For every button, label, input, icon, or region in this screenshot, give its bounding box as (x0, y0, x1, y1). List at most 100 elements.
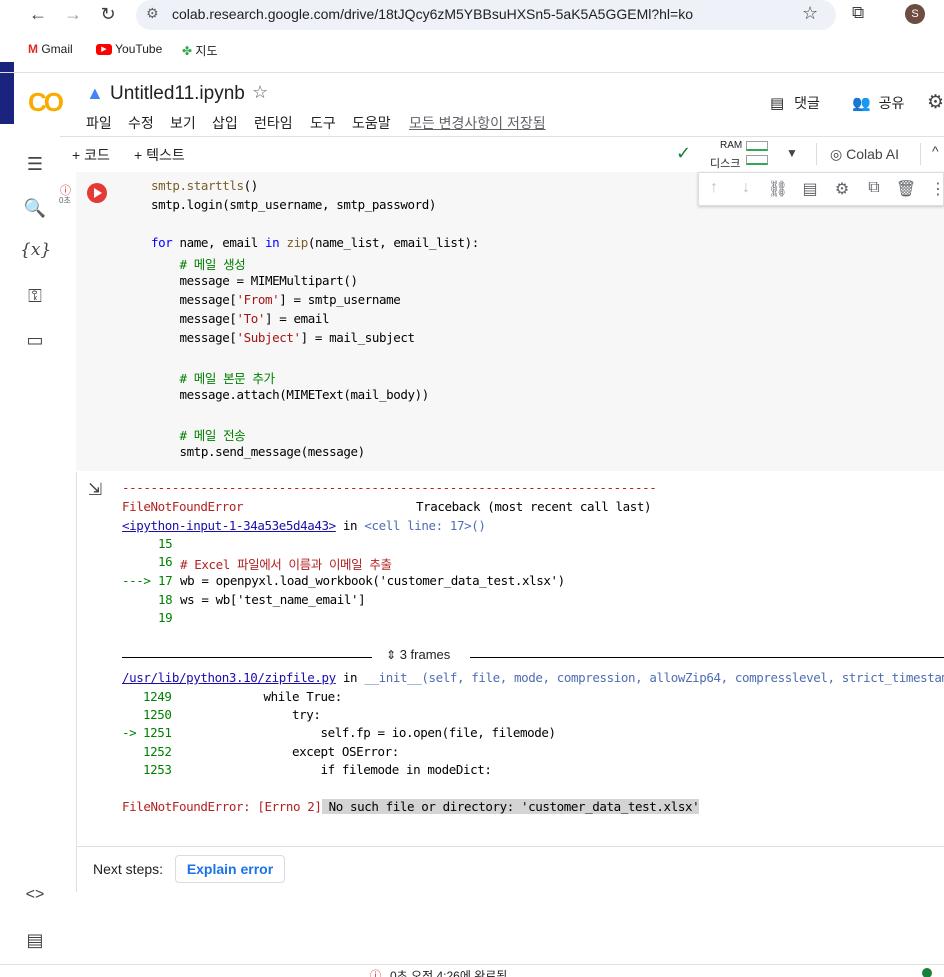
connected-check-icon: ✓ (676, 143, 692, 163)
menu-insert[interactable]: 삽입 (212, 113, 238, 133)
next-steps-label: Next steps: (93, 861, 164, 877)
in-text: in (342, 518, 358, 533)
profile-avatar[interactable]: S (905, 4, 925, 24)
traceback-header: Traceback (most recent call last) (416, 499, 652, 514)
toolbar-divider (920, 143, 921, 165)
add-text-button[interactable]: + 텍스트 (134, 145, 185, 165)
menu-file[interactable]: 파일 (86, 113, 112, 133)
table-of-contents-icon[interactable]: ☰ (20, 154, 50, 180)
link-icon[interactable]: ⛓ (767, 179, 789, 201)
bookmark-label: 지도 (195, 44, 218, 58)
tb-arrow: ---> (122, 573, 151, 588)
tb-line-text: ws = wb['test_name_email'] (180, 592, 366, 607)
notebook-toolbar: + 코드 + 텍스트 ✓ RAM 디스크 ▼ ◎ Colab AI ^ (60, 136, 944, 172)
menu-runtime[interactable]: 런타임 (254, 113, 293, 133)
back-arrow-icon[interactable]: ← (28, 4, 48, 24)
final-error-line[interactable]: FileNotFoundError: [Errno 2] No such fil… (122, 799, 700, 814)
tb-line-text: wb = openpyxl.load_workbook('customer_da… (180, 573, 565, 588)
ram-label: RAM (720, 140, 743, 151)
forward-arrow-icon[interactable]: → (63, 4, 83, 24)
address-bar[interactable]: ⚙ colab.research.google.com/drive/18tJQc… (136, 0, 836, 30)
tb-line-text: while True: (178, 689, 343, 704)
tb-line-number: 16 (158, 554, 173, 569)
comments-label: 댓글 (794, 95, 820, 111)
colab-ai-button[interactable]: ◎ Colab AI (830, 146, 899, 163)
expand-frames-icon: ⇕ (386, 648, 397, 662)
site-info-icon[interactable]: ⚙ (146, 5, 159, 22)
status-bar: ⓘ 0초 오전 4:26에 완료됨 (0, 964, 944, 977)
colab-logo[interactable]: CO (28, 87, 64, 118)
play-icon (94, 188, 102, 198)
collapse-caret-icon[interactable]: ^ (932, 143, 939, 159)
ipython-input-link[interactable]: <ipython-input-1-34a53e5d4a43> (122, 518, 336, 533)
move-down-icon[interactable]: ↓ (735, 179, 757, 201)
ram-meter[interactable] (746, 141, 768, 151)
explain-error-button[interactable]: Explain error (175, 855, 285, 883)
tb-line-text: # Excel 파일에서 이름과 이메일 추출 (180, 557, 392, 572)
code-line: for name, email in zip(name_list, email_… (151, 235, 479, 250)
chevron-down-icon[interactable]: ▼ (786, 146, 798, 160)
files-folder-icon[interactable]: ▭ (20, 330, 50, 356)
add-code-button[interactable]: + 코드 (72, 145, 110, 165)
code-line: smtp.starttls() (151, 178, 258, 193)
run-cell-button[interactable] (87, 183, 107, 203)
tb-line-number: 1249 (143, 689, 172, 704)
code-line: smtp.login(smtp_username, smtp_password) (151, 197, 437, 212)
tb-line-text: self.fp = io.open(file, filemode) (178, 725, 557, 740)
bookmark-gmail[interactable]: M Gmail (28, 42, 73, 56)
menu-tools[interactable]: 도구 (310, 113, 336, 133)
more-options-icon[interactable]: ⋮ (927, 179, 944, 201)
menu-help[interactable]: 도움말 (352, 113, 391, 133)
code-line: smtp.send_message(message) (151, 444, 366, 459)
menu-edit[interactable]: 수정 (128, 113, 154, 133)
search-icon[interactable]: 🔍 (20, 198, 50, 224)
colab-ai-icon: ◎ (830, 146, 843, 162)
tb-line-number: 18 (158, 592, 173, 607)
traceback-location-1: <ipython-input-1-34a53e5d4a43> in <cell … (122, 518, 486, 533)
comment-icon: ▤ (770, 95, 785, 112)
delete-icon[interactable]: 🗑 (895, 179, 917, 201)
bookmark-star-icon[interactable]: ☆ (802, 3, 818, 24)
output-actions-icon[interactable]: ⇲ (88, 480, 102, 500)
comments-button[interactable]: ▤ 댓글 (770, 93, 820, 113)
exec-time: 0초 (59, 196, 71, 205)
star-icon[interactable]: ☆ (252, 82, 268, 103)
code-snippets-icon[interactable]: <> (20, 886, 50, 912)
maps-icon: ✤ (182, 44, 193, 58)
reload-icon[interactable]: ↻ (98, 4, 118, 24)
secrets-key-icon[interactable]: ⚿ (20, 286, 50, 312)
command-palette-icon[interactable]: ▤ (20, 930, 50, 956)
url-text: colab.research.google.com/drive/18tJQcy6… (172, 6, 693, 22)
bookmark-youtube[interactable]: ▶ YouTube (96, 42, 162, 56)
zipfile-link[interactable]: /usr/lib/python3.10/zipfile.py (122, 670, 336, 685)
menu-view[interactable]: 보기 (170, 113, 196, 133)
extensions-icon[interactable]: ⧉ (852, 3, 864, 23)
frames-toggle[interactable]: ⇕ 3 frames (386, 647, 450, 662)
cell-toolbar: ↑ ↓ ⛓ ▤ ⚙ ⧉ 🗑 ⋮ (698, 172, 944, 206)
comment-icon[interactable]: ▤ (799, 179, 821, 201)
save-status[interactable]: 모든 변경사항이 저장됨 (409, 113, 546, 133)
init-signature: __init__(self, file, mode, compression, … (364, 670, 944, 685)
drive-icon: ▲ (86, 83, 104, 103)
tb-line-number: 1251 (143, 725, 172, 740)
tb-line-number: 19 (158, 610, 173, 625)
browser-chrome: ← → ↻ ⚙ colab.research.google.com/drive/… (0, 0, 944, 72)
tb-line-number: 1250 (143, 707, 172, 722)
code-line: message['From'] = smtp_username (151, 292, 401, 307)
move-up-icon[interactable]: ↑ (703, 179, 725, 201)
code-line: message = MIMEMultipart() (151, 273, 359, 288)
notebook-title[interactable]: Untitled11.ipynb (110, 83, 245, 105)
gear-icon[interactable]: ⚙ (831, 179, 853, 201)
left-sidebar: ☰ 🔍 {x} ⚿ ▭ <> ▤ (0, 136, 60, 966)
code-line: message['To'] = email (151, 311, 330, 326)
disk-meter[interactable] (746, 155, 768, 165)
frames-divider-left (122, 657, 372, 658)
mirror-cell-icon[interactable]: ⧉ (863, 179, 885, 201)
tb-arrow: -> (122, 725, 137, 740)
bookmark-maps[interactable]: ✤ 지도 (182, 42, 218, 59)
frames-divider-right (470, 657, 944, 658)
settings-gear-icon[interactable]: ⚙ (927, 91, 944, 114)
variables-icon[interactable]: {x} (20, 240, 51, 266)
share-button[interactable]: 👥 공유 (852, 93, 904, 113)
tb-line-number: 1252 (143, 744, 172, 759)
